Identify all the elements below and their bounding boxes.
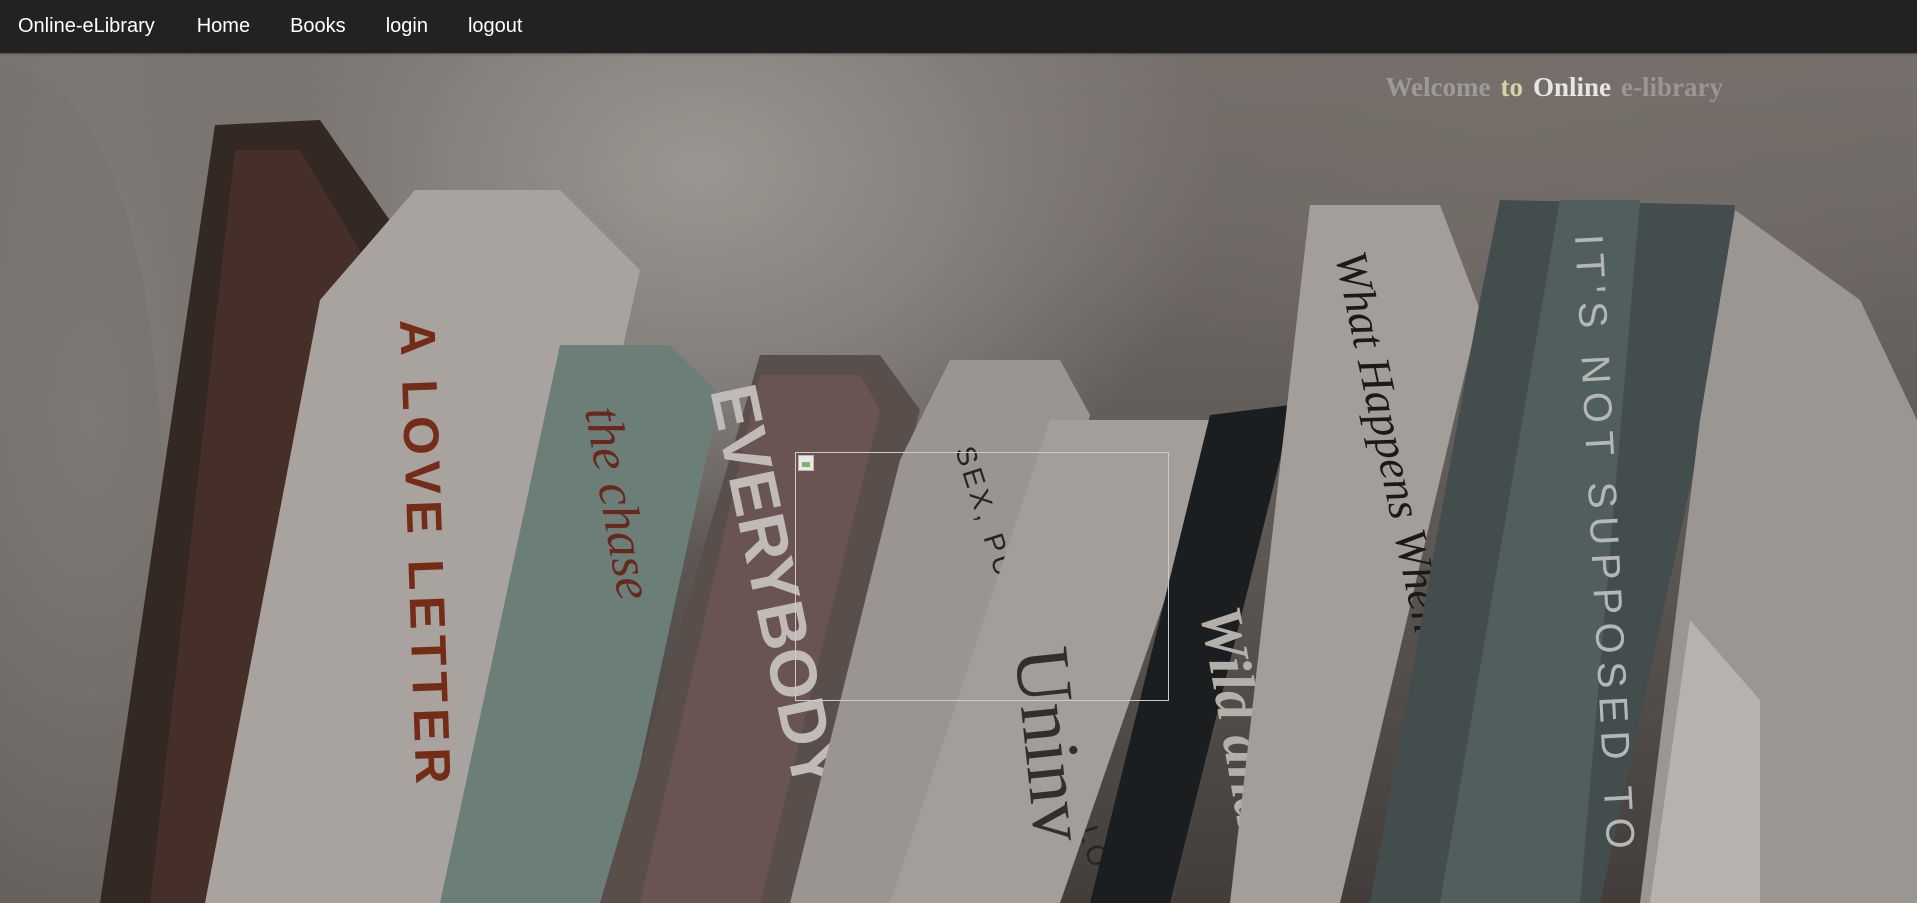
welcome-heading: Welcome to Online e-library bbox=[1386, 72, 1723, 103]
nav-books-link[interactable]: Books bbox=[290, 15, 346, 38]
welcome-word: e-library bbox=[1621, 72, 1723, 102]
broken-image bbox=[795, 452, 1169, 701]
nav-home-link[interactable]: Home bbox=[197, 15, 250, 38]
brand-link[interactable]: Online-eLibrary bbox=[18, 15, 155, 38]
welcome-word: Online bbox=[1533, 72, 1612, 102]
top-navbar: Online-eLibrary Home Books login logout bbox=[0, 0, 1917, 53]
welcome-word: to bbox=[1500, 72, 1524, 102]
broken-image-icon bbox=[798, 455, 814, 471]
nav-login-link[interactable]: login bbox=[386, 15, 428, 38]
nav-logout-link[interactable]: logout bbox=[468, 15, 523, 38]
welcome-word: Welcome bbox=[1385, 72, 1491, 102]
